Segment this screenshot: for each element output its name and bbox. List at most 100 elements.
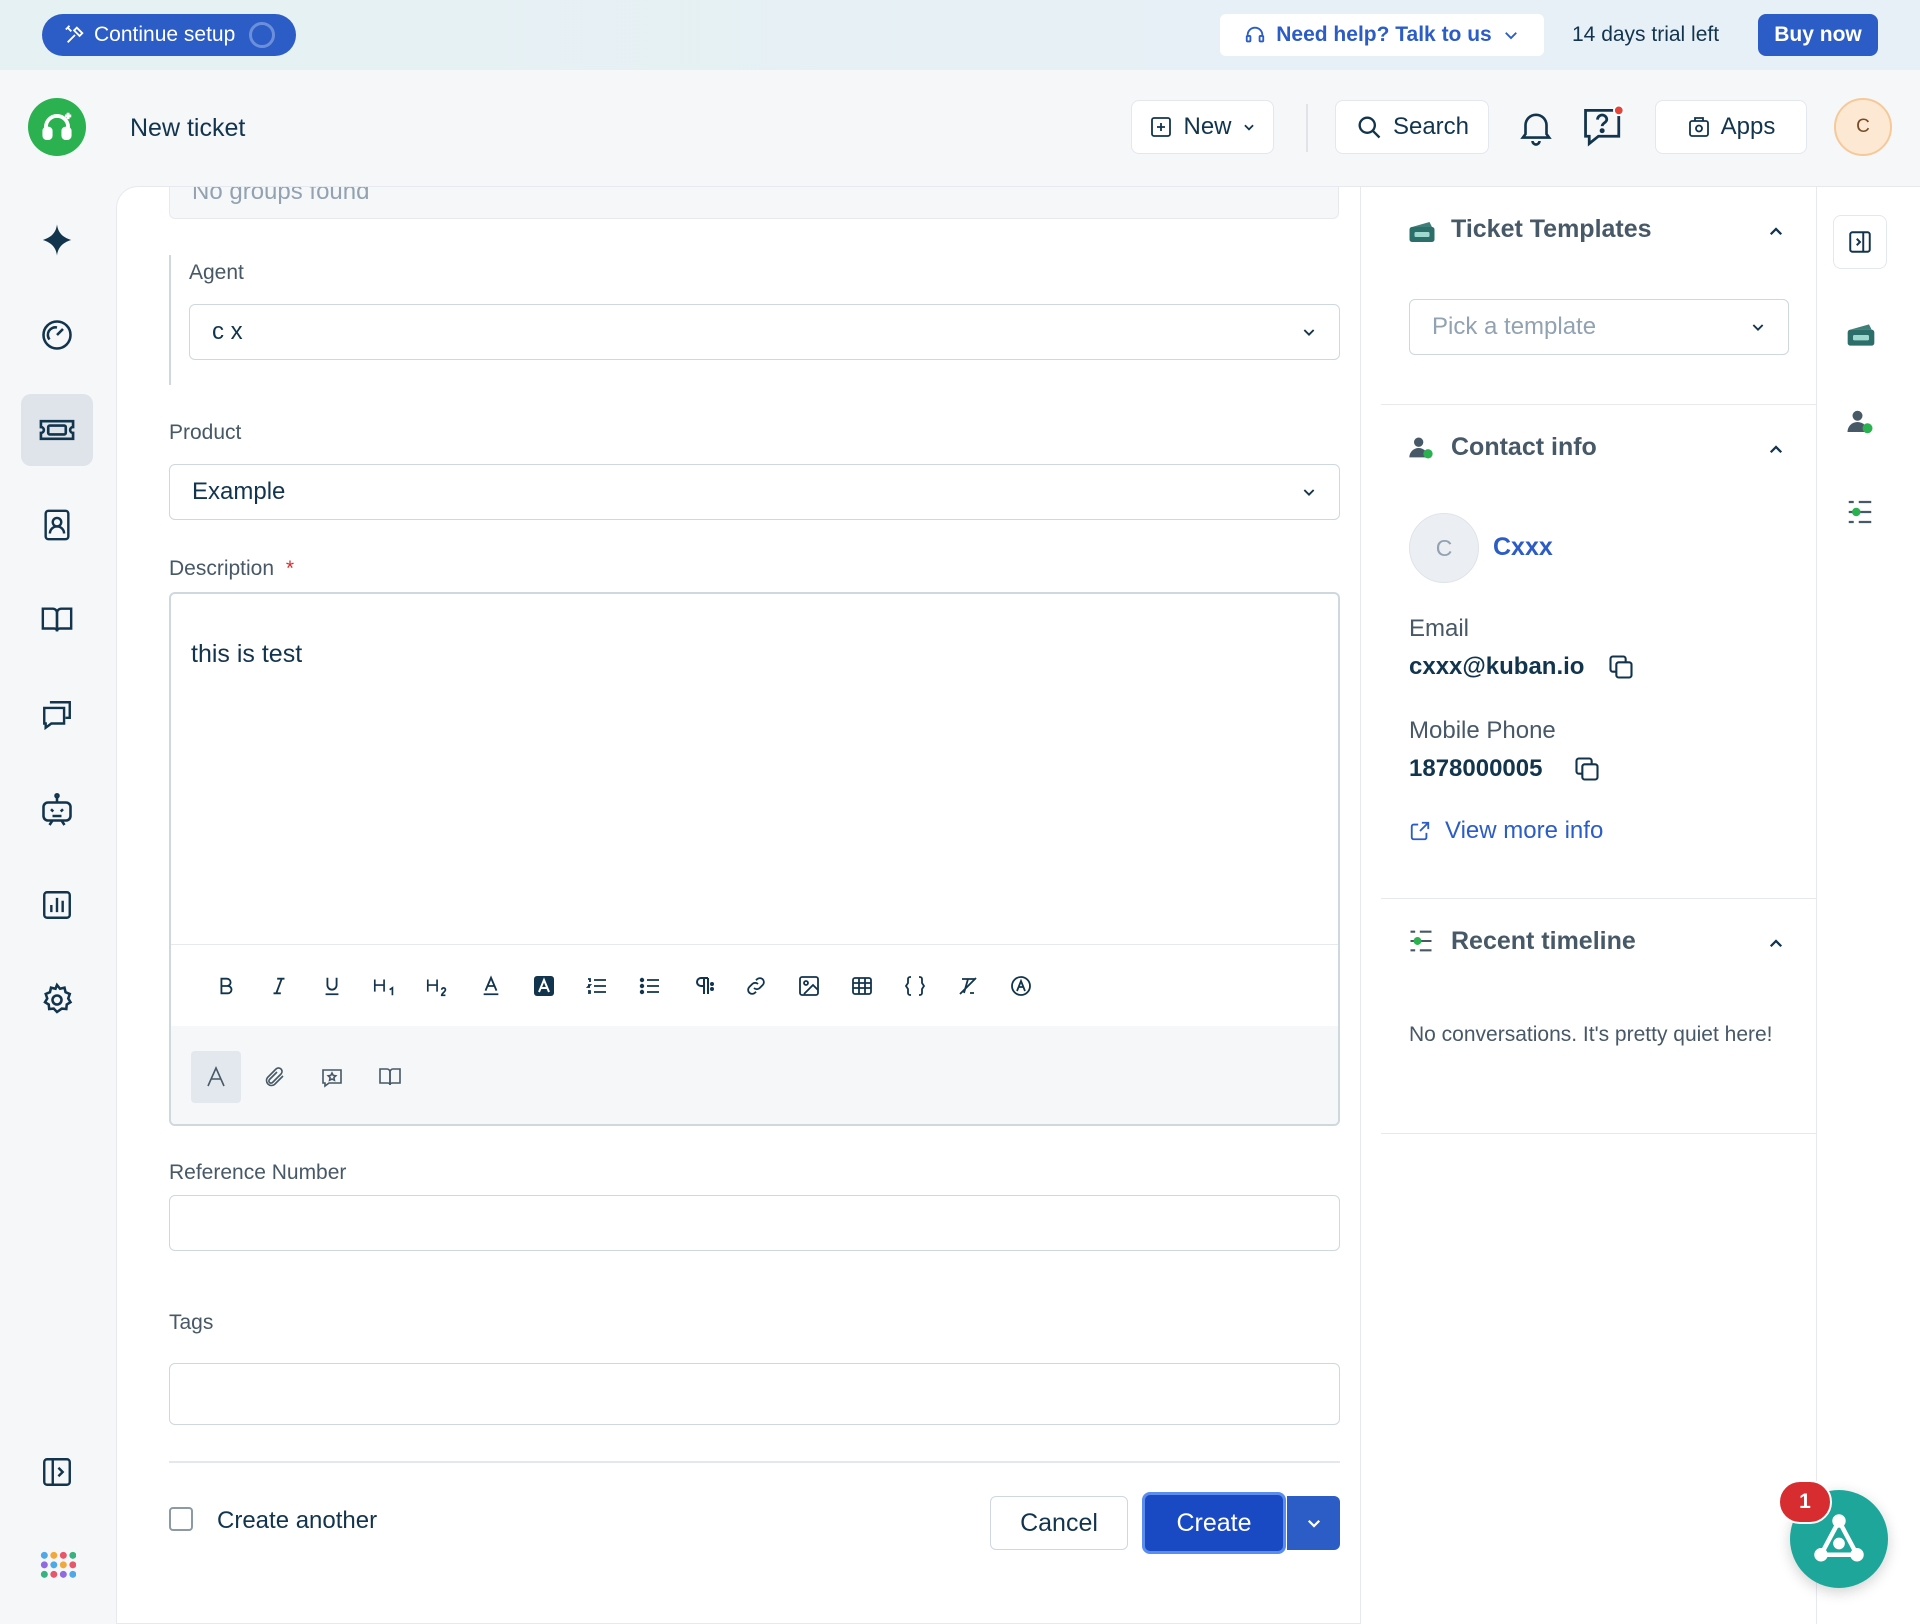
insert-table-button[interactable] [835,961,888,1011]
description-text[interactable]: this is test [191,640,302,669]
bold-button[interactable] [199,961,252,1011]
contact-info-title: Contact info [1451,433,1597,461]
template-select[interactable]: Pick a template [1409,299,1789,355]
clear-format-icon [958,976,977,995]
description-editor[interactable]: this is test [169,592,1340,1126]
apps-button[interactable]: Apps [1655,100,1807,154]
book-open-icon [379,1068,401,1086]
buy-now-button[interactable]: Buy now [1758,14,1878,56]
italic-button[interactable] [252,961,305,1011]
tags-input[interactable] [169,1363,1340,1425]
footer-divider [169,1461,1340,1463]
chevron-down-icon [1504,32,1517,40]
templates-title: Ticket Templates [1451,215,1652,243]
new-button[interactable]: New [1131,100,1274,154]
heading2-button[interactable] [411,961,464,1011]
highlight-icon [533,975,554,996]
apps-label: Apps [1720,113,1776,140]
timeline-empty-state: No conversations. It's pretty quiet here… [1409,1023,1773,1046]
help-bubble-icon [1584,104,1625,147]
ai-rewrite-button[interactable] [994,961,1047,1011]
header-divider [1306,104,1308,152]
attach-file-button[interactable] [249,1051,299,1103]
dashboard-gauge-icon [42,320,72,350]
paragraph-icon [695,976,714,994]
copy-icon[interactable] [1573,755,1601,783]
create-button[interactable]: Create [1142,1492,1286,1554]
app-header: New ticket New Search Apps C [0,70,1920,186]
required-mark: * [285,557,295,580]
timeline-icon[interactable] [1845,497,1875,527]
paperclip-icon [265,1067,284,1087]
collapse-sidebar-button[interactable] [1833,215,1887,269]
panel-collapse-icon [1849,231,1871,253]
code-block-button[interactable] [888,961,941,1011]
insert-link-button[interactable] [729,961,782,1011]
view-more-info-link[interactable]: View more info [1409,817,1603,845]
reference-number-input[interactable] [169,1195,1340,1251]
canned-response-button[interactable] [307,1051,357,1103]
nav-item-bots[interactable] [21,774,93,846]
ticket-icon [39,419,75,441]
highlight-button[interactable] [517,961,570,1011]
description-label-text: Description [169,557,275,580]
user-avatar[interactable]: C [1834,98,1892,156]
bullet-list-button[interactable] [623,961,676,1011]
nav-item-dashboard[interactable] [21,299,93,371]
notifications-button[interactable] [1515,104,1557,150]
paragraph-button[interactable] [676,961,729,1011]
canned-response-icon [322,1069,342,1088]
nav-item-reports[interactable] [21,869,93,941]
bell-icon [1520,113,1552,146]
nav-item-settings[interactable] [21,964,93,1036]
panel-expand-icon [43,1458,71,1486]
underline-button[interactable] [305,961,358,1011]
text-mode-button[interactable] [191,1051,241,1103]
app-grid-icon [40,1551,76,1578]
create-another-checkbox[interactable] [169,1507,193,1531]
contact-card-icon [44,509,70,541]
link-icon [746,976,765,995]
copy-icon[interactable] [1607,653,1635,681]
nav-item-tickets[interactable] [21,394,93,466]
code-braces-icon [904,975,925,996]
chevron-down-icon [1243,124,1254,131]
search-label: Search [1392,113,1470,140]
chevron-up-icon[interactable] [1767,935,1785,953]
continue-setup-button[interactable]: Continue setup [42,14,296,56]
ticket-template-icon[interactable] [1845,319,1877,351]
agent-indent-bar [169,255,171,385]
insert-article-button[interactable] [365,1051,415,1103]
text-mode-icon [207,1066,225,1087]
nav-item-freddy[interactable] [21,204,93,276]
app-switcher-button[interactable] [21,1532,93,1604]
bold-icon [220,977,232,994]
product-select[interactable]: Example [169,464,1340,520]
nav-item-conversations[interactable] [21,679,93,751]
agent-select[interactable]: c x [189,304,1340,360]
insert-image-button[interactable] [782,961,835,1011]
nav-item-contacts[interactable] [21,489,93,561]
contact-name-link[interactable]: Cxxx [1493,533,1553,562]
expand-sidebar-button[interactable] [21,1436,93,1508]
chevron-up-icon[interactable] [1767,223,1785,241]
ordered-list-button[interactable] [570,961,623,1011]
chevron-up-icon[interactable] [1767,441,1785,459]
tags-label: Tags [169,1311,214,1334]
help-button[interactable]: Need help? Talk to us [1220,14,1544,56]
clear-format-button[interactable] [941,961,994,1011]
contact-person-icon [1409,437,1433,459]
notification-count-badge: 1 [1778,1480,1832,1524]
contact-person-icon[interactable] [1845,407,1875,437]
create-another-label[interactable]: Create another [217,1507,377,1535]
nav-item-knowledge-base[interactable] [21,584,93,656]
cancel-button[interactable]: Cancel [990,1496,1128,1550]
create-options-button[interactable] [1287,1496,1340,1550]
product-label: Product [169,421,242,444]
text-color-button[interactable] [464,961,517,1011]
help-center-button[interactable] [1580,104,1628,150]
app-logo[interactable] [28,98,86,156]
tools-icon [65,25,84,43]
heading1-button[interactable] [358,961,411,1011]
search-button[interactable]: Search [1335,100,1489,154]
